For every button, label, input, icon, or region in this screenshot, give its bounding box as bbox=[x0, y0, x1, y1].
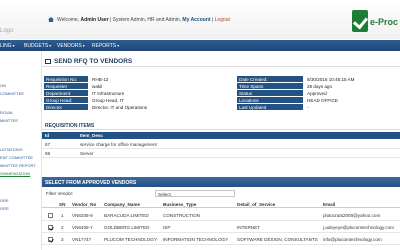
info-value: RHB-12 bbox=[92, 76, 109, 82]
column-header: Company_Name bbox=[104, 202, 140, 207]
info-label: Requester bbox=[44, 83, 88, 89]
column-header: Business_Type bbox=[163, 202, 197, 207]
info-value: Approved bbox=[307, 90, 327, 96]
filter-vendor-select[interactable]: Select bbox=[155, 190, 235, 197]
column-header: SN bbox=[59, 202, 66, 207]
vendors-table-header: SN Vendor_No Company_Name Business_Type … bbox=[42, 201, 400, 208]
item-desc: Server bbox=[80, 151, 94, 156]
vendor-checkbox[interactable] bbox=[48, 225, 53, 230]
sidebar-item[interactable]: ROVAL bbox=[0, 110, 13, 115]
info-label: Requisition No: bbox=[44, 76, 88, 82]
vendor-company: GOLDBERG LIMITED bbox=[104, 225, 150, 230]
vendor-sn: 1 bbox=[61, 213, 64, 218]
table-row: 2 VN6408-7 GOLDBERG LIMITED ISP INTERNET… bbox=[42, 223, 400, 233]
logout-link[interactable]: Logout bbox=[215, 17, 230, 23]
vendor-sn: 3 bbox=[61, 237, 64, 242]
vendor-business: INFORMATION TECHNOLOGY bbox=[163, 237, 229, 242]
info-value: wakil bbox=[92, 83, 103, 89]
sidebar-item[interactable]: MMITTEE REPORT bbox=[0, 163, 36, 168]
vendor-email: plutocrats2000@yahoo.com bbox=[323, 213, 381, 218]
welcome-prefix: Welcome, bbox=[57, 17, 81, 23]
sidebar-item[interactable]: ORE bbox=[0, 198, 9, 203]
sidebar: ON COMMITTEE ROVAL MMITTEE UOTATIONS ENT… bbox=[0, 51, 42, 250]
sidebar-item-active[interactable]: OMMENDATION bbox=[0, 171, 30, 176]
vendor-sn: 2 bbox=[61, 225, 64, 230]
home-icon[interactable] bbox=[48, 17, 54, 22]
info-value: 9/30/2016 10:45:15 AM bbox=[307, 76, 355, 82]
column-header: Id bbox=[45, 133, 50, 138]
vendor-detail: SOFTWARE DESIGN, CONSULTANTS bbox=[237, 237, 318, 242]
sidebar-item[interactable]: COMMITTEE bbox=[0, 91, 24, 96]
sidebar-item[interactable]: ON bbox=[0, 83, 6, 88]
info-value: IT Infrastructure bbox=[92, 90, 125, 96]
info-label: Group Head: bbox=[44, 97, 88, 103]
nav-item-vendors[interactable]: VENDORS▾ bbox=[57, 43, 85, 49]
requisition-items-heading: REQUISITION ITEMS bbox=[42, 120, 400, 130]
vendor-email: j.adeyeye@plucomtechnology.com bbox=[323, 225, 394, 230]
info-label: Status bbox=[237, 90, 303, 96]
welcome-bar: Welcome, Admin User | System Admin, HR a… bbox=[48, 17, 230, 23]
my-account-link[interactable]: My Account bbox=[182, 17, 210, 23]
sidebar-item[interactable]: MMITTEE bbox=[0, 118, 18, 123]
faded-logo-text: Logo bbox=[0, 28, 14, 34]
column-header: Vendor_No bbox=[72, 202, 97, 207]
vendors-heading: SELECT FROM APPROVED VENDORS bbox=[42, 177, 400, 187]
vendor-company: PLUCOM TECHNOLOGY bbox=[104, 237, 158, 242]
info-value: 28 days ago bbox=[307, 83, 333, 89]
requisition-items-header: Id Item_Desc bbox=[42, 132, 400, 139]
sidebar-item[interactable]: UOTATIONS bbox=[0, 147, 23, 152]
vendor-company: BARACUDA LIMITED bbox=[104, 213, 149, 218]
vendor-checkbox[interactable] bbox=[48, 237, 53, 242]
filter-select-value: Select bbox=[158, 191, 171, 197]
table-row: 69 Server bbox=[42, 150, 400, 158]
info-label: Last Updated bbox=[237, 104, 303, 110]
vendor-no: VN6408-7 bbox=[72, 225, 93, 230]
nav-item-budgets[interactable]: BUDGETS▾ bbox=[24, 43, 51, 49]
vendor-no: VN17747 bbox=[72, 237, 92, 242]
user-roles: | System Admin, HR and Admin, bbox=[108, 17, 183, 23]
table-row: 67 service charge for office management bbox=[42, 141, 400, 149]
brand-name: e-Proc bbox=[370, 17, 399, 27]
info-label: Date Created: bbox=[237, 76, 303, 82]
column-header: Email bbox=[323, 202, 336, 207]
vendor-business: CONSTRUCTION bbox=[163, 213, 201, 218]
info-value: Group Head, IT bbox=[92, 97, 124, 103]
filter-vendor-label: Filter Vendor: bbox=[46, 191, 74, 196]
info-label: Director bbox=[44, 104, 88, 110]
item-id: 67 bbox=[45, 142, 51, 147]
info-value: Director, IT and Operations bbox=[92, 104, 148, 110]
top-header: Logo Welcome, Admin User | System Admin,… bbox=[0, 0, 400, 39]
item-desc: service charge for office management bbox=[80, 142, 157, 147]
vendor-checkbox[interactable] bbox=[48, 213, 53, 218]
current-user: Admin User bbox=[80, 17, 109, 23]
nav-item-reports[interactable]: REPORTS▾ bbox=[92, 43, 119, 49]
column-header: Item_Desc bbox=[80, 133, 103, 138]
vendor-business: ISP bbox=[163, 225, 171, 230]
sidebar-item[interactable]: ENT COMMITTEE bbox=[0, 155, 33, 160]
checkmark-logo-icon bbox=[352, 10, 368, 32]
vendor-no: VN6208-9 bbox=[72, 213, 93, 218]
main-nav: LING▾ BUDGETS▾ VENDORS▾ REPORTS▾ bbox=[0, 40, 400, 51]
info-label: Locations bbox=[237, 97, 303, 103]
info-value: HEAD OFFICE bbox=[307, 97, 338, 103]
column-header: Detail_of_Service bbox=[237, 202, 276, 207]
sidebar-item[interactable]: ORS bbox=[0, 206, 9, 211]
window-icon bbox=[45, 59, 51, 64]
table-row: 1 VN6208-9 BARACUDA LIMITED CONSTRUCTION… bbox=[42, 211, 400, 221]
vendor-detail: INTERNET bbox=[237, 225, 260, 230]
info-label: Department: bbox=[44, 90, 88, 96]
brand-logo: e-Proc bbox=[348, 4, 400, 38]
info-label: Time Spans bbox=[237, 83, 303, 89]
nav-item-billing[interactable]: LING▾ bbox=[0, 43, 15, 49]
table-row: 3 VN17747 PLUCOM TECHNOLOGY INFORMATION … bbox=[42, 235, 400, 245]
page-title: SEND RFQ TO VENDORS bbox=[42, 55, 400, 67]
vendor-email: info@plucomtechnology.com bbox=[323, 237, 382, 242]
info-value: - bbox=[307, 104, 309, 110]
item-id: 69 bbox=[45, 151, 51, 156]
